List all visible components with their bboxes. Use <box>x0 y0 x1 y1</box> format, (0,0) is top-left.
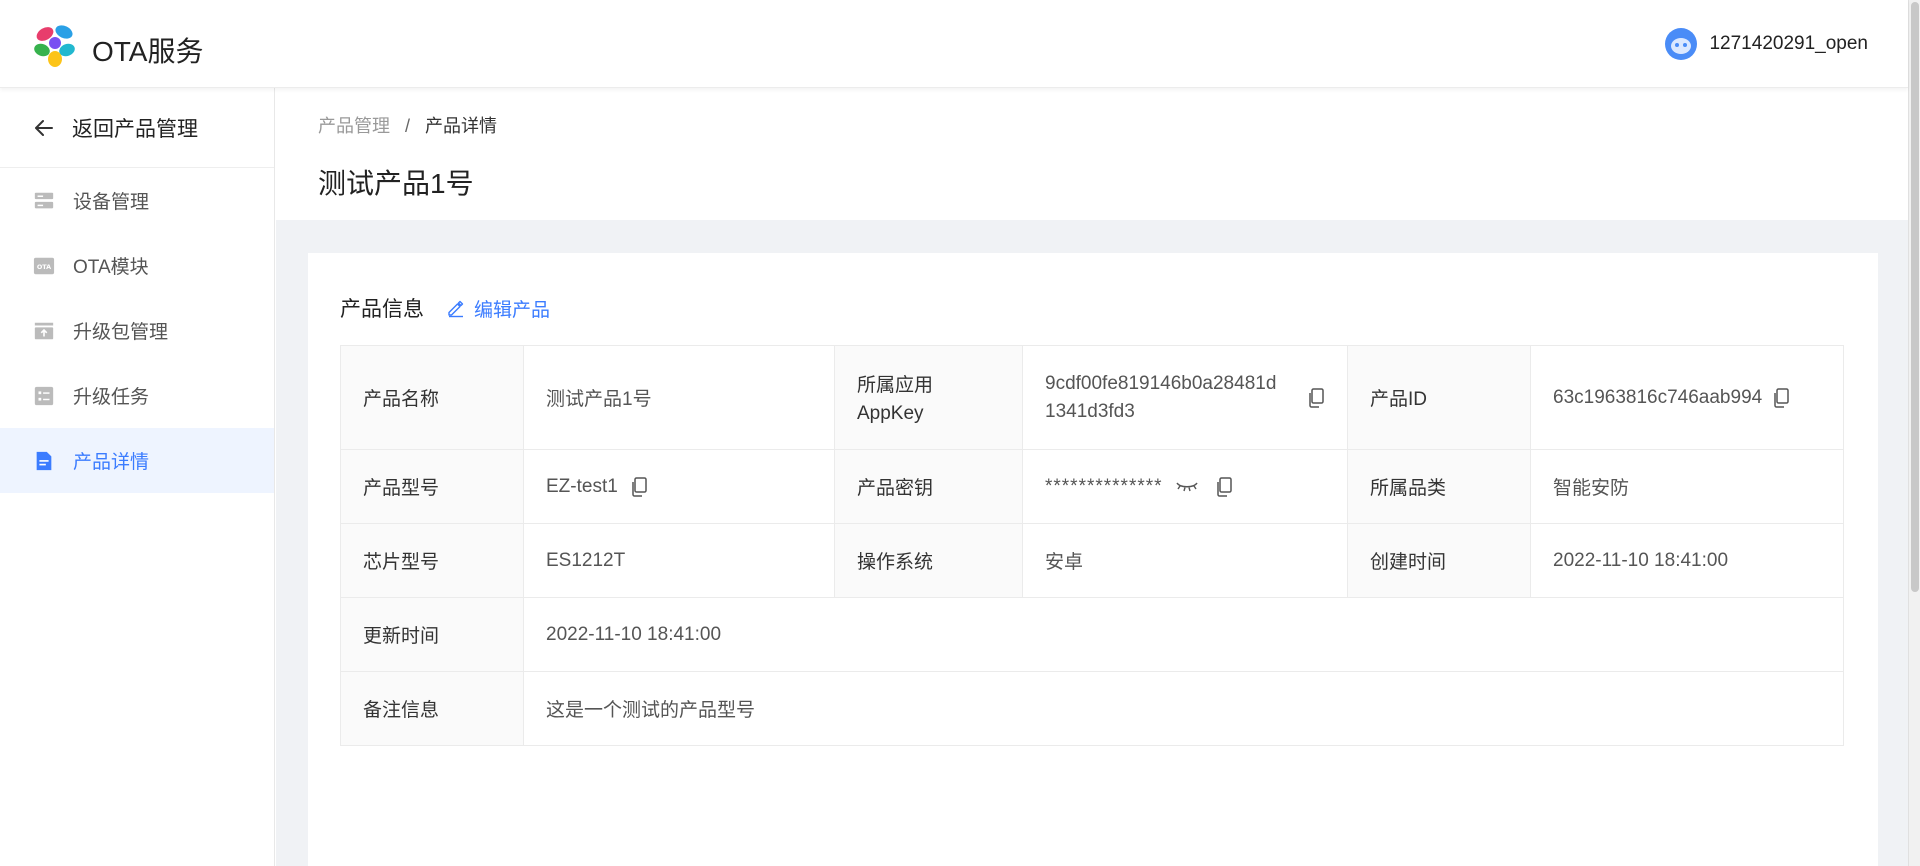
app-title: OTA服务 <box>92 36 204 67</box>
user-avatar-icon <box>1665 28 1698 60</box>
created-time-label: 创建时间 <box>1347 523 1531 598</box>
table-row: 产品型号 EZ-test1 产品密钥 ************** 所属品类 智… <box>340 449 1844 524</box>
copy-appkey-icon[interactable] <box>1307 387 1325 408</box>
app-logo <box>34 25 75 67</box>
back-label: 返回产品管理 <box>72 117 198 141</box>
product-secret-cell: ************** <box>1022 449 1348 524</box>
page-title: 测试产品1号 <box>318 168 474 199</box>
arrow-left-icon <box>35 119 53 136</box>
sidebar-item-label: 升级包管理 <box>73 322 169 343</box>
user-menu[interactable]: 1271420291_open <box>1665 28 1868 60</box>
os-label: 操作系统 <box>834 523 1023 598</box>
edit-product-label: 编辑产品 <box>474 299 551 321</box>
product-info-table: 产品名称 测试产品1号 所属应用 AppKey 9cdf00fe819146b0… <box>340 345 1844 746</box>
upload-box-icon <box>32 319 56 343</box>
sidebar-item-label: 设备管理 <box>73 192 150 213</box>
copy-product-secret-icon[interactable] <box>1215 476 1233 497</box>
appkey-value-line1: 9cdf00fe819146b0a28481d <box>1045 372 1277 394</box>
appkey-value: 9cdf00fe819146b0a28481d 1341d3fd3 <box>1045 373 1276 423</box>
sidebar-item-ota-module[interactable]: OTA OTA模块 <box>0 233 274 298</box>
appkey-label-line1: 所属应用 <box>857 375 934 396</box>
updated-time-label: 更新时间 <box>340 597 524 672</box>
chip-model-label: 芯片型号 <box>340 523 524 598</box>
breadcrumb-separator: / <box>405 116 411 136</box>
ota-badge-icon: OTA <box>32 254 56 278</box>
table-row: 产品名称 测试产品1号 所属应用 AppKey 9cdf00fe819146b0… <box>340 345 1844 450</box>
sidebar-item-label: OTA模块 <box>73 257 149 278</box>
remark-value: 这是一个测试的产品型号 <box>523 671 1844 746</box>
eye-closed-icon[interactable] <box>1175 480 1199 494</box>
product-info-card: 产品信息 编辑产品 产品名称 测试产品1号 所属应用 AppKey 9cdf00… <box>308 253 1878 866</box>
appkey-value-line2: 1341d3fd3 <box>1045 400 1135 422</box>
scrollbar-thumb[interactable] <box>1911 2 1919 592</box>
top-bar: OTA服务 1271420291_open <box>0 0 1908 88</box>
sidebar-item-upgrade-tasks[interactable]: 升级任务 <box>0 363 274 428</box>
product-secret-value: ************** <box>1045 475 1163 497</box>
sidebar-item-device-management[interactable]: 设备管理 <box>0 168 274 233</box>
sidebar-item-label: 产品详情 <box>73 452 150 473</box>
document-icon <box>32 449 56 473</box>
remark-label: 备注信息 <box>340 671 524 746</box>
product-id-label: 产品ID <box>1347 345 1531 450</box>
product-name-label: 产品名称 <box>340 345 524 450</box>
breadcrumb-current: 产品详情 <box>425 116 498 136</box>
user-name: 1271420291_open <box>1709 33 1868 54</box>
table-row: 备注信息 这是一个测试的产品型号 <box>340 671 1844 746</box>
product-model-value: EZ-test1 <box>546 475 618 497</box>
server-icon <box>32 189 56 213</box>
appkey-label-line2: AppKey <box>857 403 924 424</box>
created-time-value: 2022-11-10 18:41:00 <box>1530 523 1844 598</box>
product-name-value: 测试产品1号 <box>523 345 835 450</box>
appkey-label: 所属应用 AppKey <box>834 345 1023 450</box>
copy-product-model-icon[interactable] <box>630 476 648 497</box>
product-model-cell: EZ-test1 <box>523 449 835 524</box>
sidebar-item-label: 升级任务 <box>73 387 150 408</box>
appkey-value-cell: 9cdf00fe819146b0a28481d 1341d3fd3 <box>1022 345 1348 450</box>
edit-product-button[interactable]: 编辑产品 <box>446 295 550 322</box>
section-title: 产品信息 <box>340 298 424 321</box>
section-header: 产品信息 编辑产品 <box>340 293 550 323</box>
copy-product-id-icon[interactable] <box>1772 387 1790 408</box>
product-category-label: 所属品类 <box>1347 449 1531 524</box>
task-list-icon <box>32 384 56 408</box>
product-category-value: 智能安防 <box>1530 449 1844 524</box>
sidebar-item-upgrade-packages[interactable]: 升级包管理 <box>0 298 274 363</box>
table-row: 更新时间 2022-11-10 18:41:00 <box>340 597 1844 672</box>
page-header: 产品管理 / 产品详情 测试产品1号 <box>276 88 1908 220</box>
product-id-value: 63c1963816c746aab994 <box>1553 386 1763 408</box>
breadcrumb-parent[interactable]: 产品管理 <box>318 116 390 136</box>
vertical-scrollbar[interactable] <box>1908 0 1920 866</box>
sidebar-item-product-details[interactable]: 产品详情 <box>0 428 274 493</box>
updated-time-value: 2022-11-10 18:41:00 <box>523 597 1844 672</box>
product-secret-label: 产品密钥 <box>834 449 1023 524</box>
chip-model-value: ES1212T <box>523 523 835 598</box>
os-value: 安卓 <box>1022 523 1348 598</box>
back-to-product-management[interactable]: 返回产品管理 <box>0 88 274 168</box>
product-model-label: 产品型号 <box>340 449 524 524</box>
pencil-icon <box>448 300 464 318</box>
breadcrumb: 产品管理 / 产品详情 <box>318 112 497 138</box>
sidebar: 返回产品管理 设备管理 OTA OTA模块 升级包管理 升级任务 产品详情 <box>0 88 275 866</box>
table-row: 芯片型号 ES1212T 操作系统 安卓 创建时间 2022-11-10 18:… <box>340 523 1844 598</box>
svg-text:OTA: OTA <box>37 263 51 271</box>
product-id-cell: 63c1963816c746aab994 <box>1530 345 1844 450</box>
